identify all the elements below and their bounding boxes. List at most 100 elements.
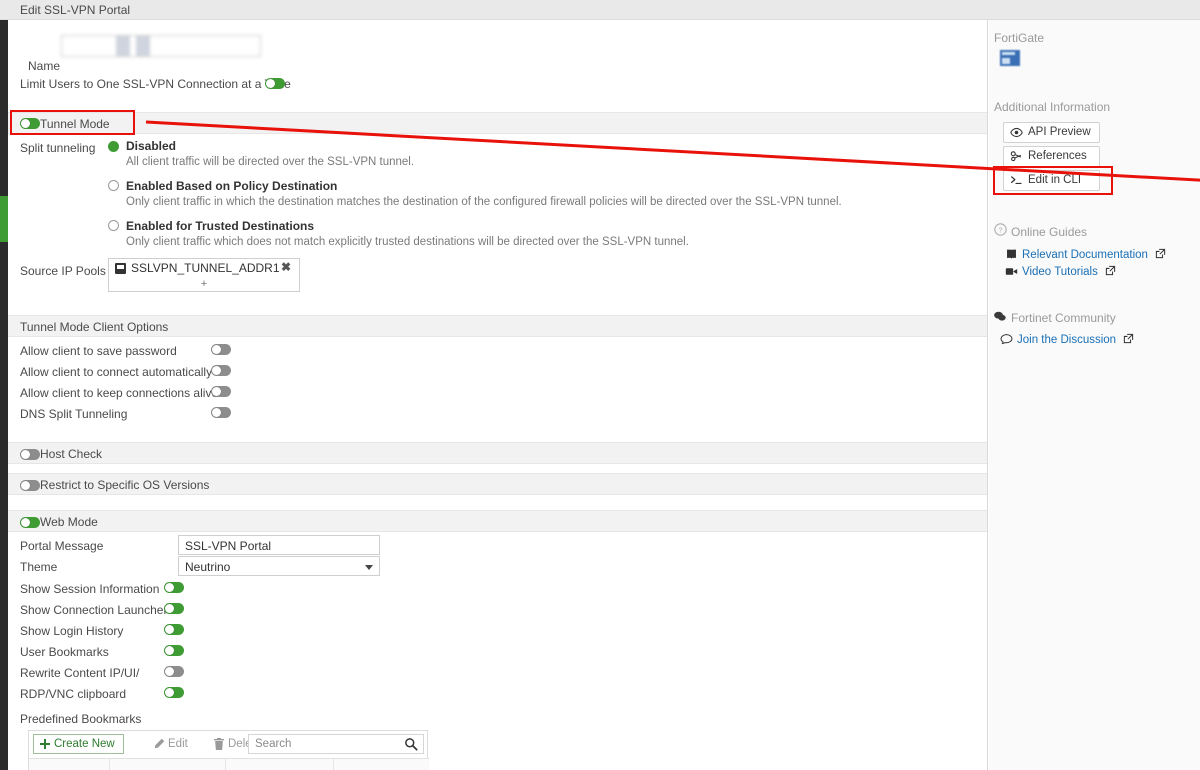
bookmarks-grid-header	[29, 758, 429, 770]
rewrite-content-toggle[interactable]	[164, 666, 184, 677]
edit-button[interactable]: Edit	[147, 734, 197, 754]
restrict-os-toggle[interactable]	[20, 480, 40, 491]
show-login-history-label: Show Login History	[20, 624, 124, 638]
allow-keep-connections-alive-label: Allow client to keep connections alive	[20, 386, 219, 400]
tunnel-mode-section-header: Tunnel Mode	[8, 112, 987, 134]
theme-select[interactable]: Neutrino	[178, 556, 380, 576]
allow-save-password-label: Allow client to save password	[20, 344, 177, 358]
create-new-button[interactable]: Create New	[33, 734, 124, 754]
web-mode-toggle[interactable]	[20, 517, 40, 528]
split-tunneling-label: Split tunneling	[20, 141, 96, 155]
external-link-icon	[1156, 248, 1166, 259]
api-preview-label: API Preview	[1028, 126, 1091, 138]
user-bookmarks-label: User Bookmarks	[20, 645, 109, 659]
comments-icon	[994, 311, 1006, 321]
dns-split-tunneling-label: DNS Split Tunneling	[20, 407, 128, 421]
search-icon[interactable]	[404, 737, 418, 751]
split-option-trusted-desc: Only client traffic which does not match…	[126, 236, 689, 248]
book-icon	[1007, 249, 1016, 259]
web-mode-label: Web Mode	[40, 515, 98, 529]
portal-message-label: Portal Message	[20, 539, 104, 553]
allow-save-password-toggle[interactable]	[211, 344, 231, 355]
split-option-policy-radio[interactable]	[108, 180, 119, 191]
pencil-icon	[154, 738, 165, 749]
join-the-discussion-label: Join the Discussion	[1017, 334, 1117, 346]
api-preview-button[interactable]: API Preview	[1003, 122, 1100, 143]
app-screen: Edit SSL-VPN Portal Name Limit Users to …	[0, 0, 1200, 770]
show-connection-launcher-toggle[interactable]	[164, 603, 184, 614]
split-option-policy-desc: Only client traffic in which the destina…	[126, 196, 842, 208]
user-bookmarks-toggle[interactable]	[164, 645, 184, 656]
show-connection-launcher-label: Show Connection Launcher	[20, 603, 168, 617]
join-the-discussion-link[interactable]: Join the Discussion	[1000, 333, 1134, 346]
remove-source-ip-pool-icon[interactable]: ✖	[281, 260, 291, 274]
search-input[interactable]	[249, 735, 399, 753]
tunnel-mode-highlight-box	[10, 110, 135, 135]
relevant-documentation-link[interactable]: Relevant Documentation	[1007, 248, 1166, 261]
external-link-icon	[1105, 265, 1116, 276]
address-object-icon	[115, 263, 126, 274]
additional-information-heading: Additional Information	[994, 100, 1111, 114]
fortigate-device-icon	[1000, 50, 1020, 66]
edit-portal-form: Name Limit Users to One SSL-VPN Connecti…	[8, 20, 988, 770]
theme-label: Theme	[20, 560, 58, 574]
theme-selected-value: Neutrino	[185, 560, 231, 574]
web-mode-section-header: Web Mode	[8, 510, 987, 532]
references-label: References	[1028, 150, 1087, 162]
product-heading: FortiGate	[994, 31, 1045, 45]
question-circle-icon: ?	[994, 223, 1007, 236]
split-option-trusted-radio[interactable]	[108, 220, 119, 231]
split-option-trusted-label: Enabled for Trusted Destinations	[126, 219, 315, 233]
create-new-label: Create New	[54, 738, 115, 750]
bookmarks-toolbar: Create New Edit Delete	[29, 731, 429, 757]
search-box[interactable]	[248, 734, 424, 754]
video-tutorials-label: Video Tutorials	[1022, 266, 1098, 278]
host-check-toggle[interactable]	[20, 449, 40, 460]
grid-col-divider-3	[333, 759, 334, 770]
page-title: Edit SSL-VPN Portal	[20, 3, 131, 17]
source-ip-pool-chip[interactable]: SSLVPN_TUNNEL_ADDR1 ✖	[109, 259, 299, 278]
name-label: Name	[28, 59, 61, 73]
allow-keep-connections-alive-toggle[interactable]	[211, 386, 231, 397]
show-login-history-toggle[interactable]	[164, 624, 184, 635]
allow-connect-automatically-label: Allow client to connect automatically	[20, 365, 213, 379]
svg-text:?: ?	[998, 225, 1002, 234]
video-icon	[1005, 268, 1018, 275]
split-option-disabled-desc: All client traffic will be directed over…	[126, 156, 415, 168]
references-button[interactable]: References	[1003, 146, 1100, 167]
edit-in-cli-highlight-box	[993, 166, 1113, 195]
split-option-policy-label: Enabled Based on Policy Destination	[126, 179, 338, 193]
limit-users-label: Limit Users to One SSL-VPN Connection at…	[20, 77, 291, 91]
allow-connect-automatically-toggle[interactable]	[211, 365, 231, 376]
dns-split-tunneling-toggle[interactable]	[211, 407, 231, 418]
tunnel-client-options-section-header: Tunnel Mode Client Options	[8, 315, 987, 337]
fortinet-community-heading: Fortinet Community	[1011, 311, 1116, 325]
name-input[interactable]	[61, 35, 261, 57]
tunnel-client-options-label: Tunnel Mode Client Options	[20, 320, 169, 334]
video-tutorials-link[interactable]: Video Tutorials	[1005, 265, 1116, 278]
grid-col-divider-1	[109, 759, 110, 770]
rewrite-content-label: Rewrite Content IP/UI/	[20, 666, 140, 680]
rdp-vnc-clipboard-label: RDP/VNC clipboard	[20, 687, 127, 701]
show-session-information-label: Show Session Information	[20, 582, 160, 596]
source-ip-pools-label: Source IP Pools	[20, 264, 106, 278]
split-option-disabled-radio[interactable]	[108, 141, 119, 152]
host-check-label: Host Check	[40, 447, 103, 461]
source-ip-pool-value: SSLVPN_TUNNEL_ADDR1	[131, 261, 280, 275]
source-ip-pools-field[interactable]: SSLVPN_TUNNEL_ADDR1 ✖ +	[108, 258, 300, 292]
relevant-documentation-label: Relevant Documentation	[1022, 249, 1148, 261]
rdp-vnc-clipboard-toggle[interactable]	[164, 687, 184, 698]
edit-label: Edit	[168, 738, 188, 750]
eye-icon	[1010, 127, 1023, 138]
left-nav-active-indicator	[0, 196, 8, 242]
chevron-down-icon	[365, 565, 373, 570]
online-guides-heading: Online Guides	[1011, 225, 1088, 239]
show-session-information-toggle[interactable]	[164, 582, 184, 593]
plus-icon	[40, 739, 50, 749]
window-titlebar: Edit SSL-VPN Portal	[0, 0, 1200, 20]
external-link-icon	[1124, 333, 1134, 344]
portal-message-input[interactable]: SSL-VPN Portal	[178, 535, 380, 555]
add-source-ip-pool-button[interactable]: +	[109, 278, 299, 290]
limit-users-toggle[interactable]	[265, 78, 285, 89]
trash-icon	[214, 738, 224, 750]
